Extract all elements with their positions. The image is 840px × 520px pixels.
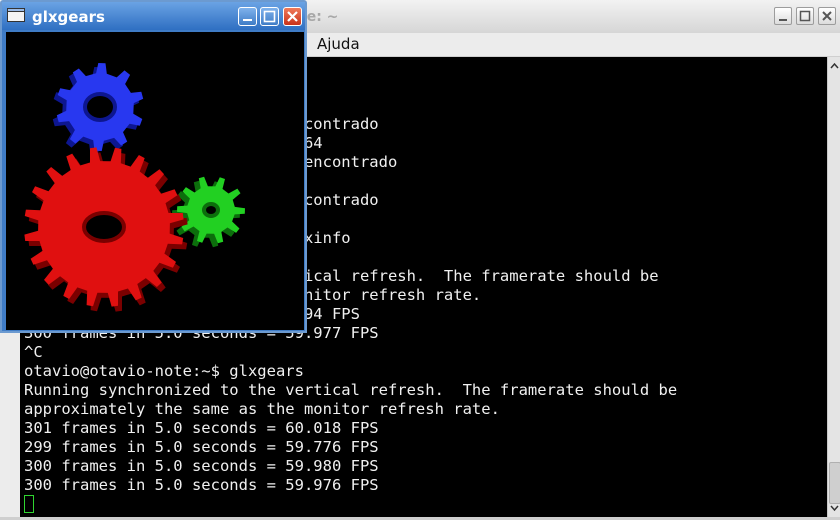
glxgears-close-button[interactable] xyxy=(283,7,302,26)
close-icon xyxy=(287,11,298,22)
terminal-line: otavio@otavio-note:~$ glxgears xyxy=(24,362,304,380)
terminal-scrollbar[interactable] xyxy=(827,57,840,517)
terminal-line: Running synchronized to the vertical ref… xyxy=(24,381,678,399)
menu-ajuda[interactable]: Ajuda xyxy=(317,35,360,53)
scroll-down-icon[interactable] xyxy=(828,501,840,515)
terminal-line: 300 frames in 5.0 seconds = 59.976 FPS xyxy=(24,476,379,494)
terminal-maximize-button[interactable] xyxy=(796,7,814,25)
glxgears-maximize-button[interactable] xyxy=(260,7,279,26)
terminal-line: 301 frames in 5.0 seconds = 60.018 FPS xyxy=(24,419,379,437)
terminal-line: approximately the same as the monitor re… xyxy=(24,400,500,418)
minimize-icon xyxy=(243,19,252,21)
maximize-icon xyxy=(799,10,811,22)
scroll-thumb[interactable] xyxy=(829,462,840,504)
red-gear xyxy=(24,147,188,312)
green-gear xyxy=(172,176,245,248)
terminal-close-button[interactable] xyxy=(818,7,836,25)
terminal-line: 299 frames in 5.0 seconds = 59.776 FPS xyxy=(24,438,379,456)
glxgears-title: glxgears xyxy=(32,8,105,26)
terminal-cursor xyxy=(24,495,34,513)
glxgears-titlebar[interactable]: glxgears xyxy=(2,2,305,30)
terminal-minimize-button[interactable] xyxy=(774,7,792,25)
close-icon xyxy=(822,11,832,21)
scroll-up-icon[interactable] xyxy=(828,59,840,73)
terminal-line: 300 frames in 5.0 seconds = 59.980 FPS xyxy=(24,457,379,475)
app-window-icon xyxy=(7,8,25,22)
terminal-line: ^C xyxy=(24,343,43,361)
glxgears-minimize-button[interactable] xyxy=(238,7,257,26)
prompt-line xyxy=(24,495,677,514)
glxgears-canvas xyxy=(6,32,304,330)
blue-gear xyxy=(52,63,144,155)
glxgears-window: glxgears xyxy=(0,0,307,333)
minimize-icon xyxy=(779,19,787,21)
gears-graphic xyxy=(24,63,245,312)
maximize-icon xyxy=(263,10,276,23)
